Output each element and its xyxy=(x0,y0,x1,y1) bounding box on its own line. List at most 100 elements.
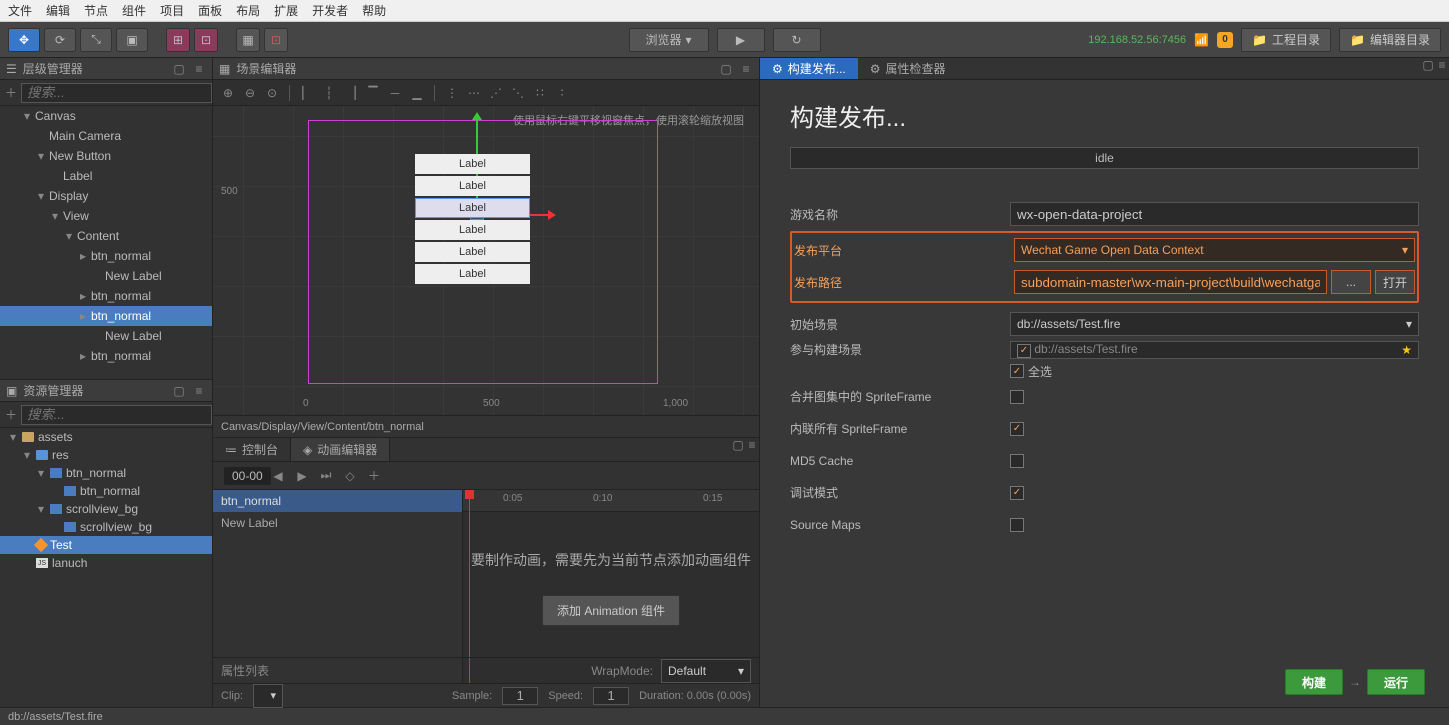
panel-menu-icon[interactable]: ≡ xyxy=(192,384,206,398)
distribute-h-icon[interactable]: ⋮ xyxy=(443,84,461,102)
game-name-input[interactable] xyxy=(1010,202,1419,226)
zoom-in-icon[interactable]: ⊕ xyxy=(219,84,237,102)
timeline-track[interactable]: btn_normal xyxy=(213,490,462,512)
playhead[interactable] xyxy=(469,490,470,683)
inline-sf-checkbox[interactable]: ✓ xyxy=(1010,422,1024,436)
rotate-tool-button[interactable]: ⟳ xyxy=(44,28,76,52)
panel-popout-icon[interactable]: ▢ xyxy=(172,62,186,76)
play-anim-button[interactable]: ▶ xyxy=(293,467,311,485)
assets-add-button[interactable]: ＋ xyxy=(5,406,17,424)
menu-project[interactable]: 项目 xyxy=(160,2,184,19)
project-dir-button[interactable]: 📁 工程目录 xyxy=(1241,28,1331,52)
asset-item[interactable]: Test xyxy=(0,536,212,554)
asset-item[interactable]: ▾assets xyxy=(0,428,212,446)
panel-menu-icon[interactable]: ≡ xyxy=(192,62,206,76)
align-tool-button[interactable]: ▦ xyxy=(236,28,260,52)
sample-input[interactable] xyxy=(502,687,538,705)
debug-checkbox[interactable]: ✓ xyxy=(1010,486,1024,500)
distribute-v-icon[interactable]: ⋯ xyxy=(465,84,483,102)
add-key-button[interactable]: ＋ xyxy=(365,467,383,485)
tab-inspector[interactable]: ⚙ 属性检查器 xyxy=(858,58,958,79)
grid-tool-button[interactable]: ⊡ xyxy=(264,28,288,52)
tree-item[interactable]: ▸btn_normal xyxy=(0,246,212,266)
tree-item[interactable]: ▾New Button xyxy=(0,146,212,166)
label-node[interactable]: Label xyxy=(415,176,530,196)
preview-mode-dropdown[interactable]: 浏览器 ▾ xyxy=(629,28,709,52)
align-left-icon[interactable]: ▏ xyxy=(298,84,316,102)
align-top-icon[interactable]: ▔ xyxy=(364,84,382,102)
browse-path-button[interactable]: ... xyxy=(1331,270,1371,294)
run-button[interactable]: 运行 xyxy=(1367,669,1425,695)
align-hcenter-icon[interactable]: ┆ xyxy=(320,84,338,102)
merge-atlas-checkbox[interactable] xyxy=(1010,390,1024,404)
build-button[interactable]: 构建 xyxy=(1285,669,1343,695)
tree-item[interactable]: Label xyxy=(0,166,212,186)
label-node[interactable]: Label xyxy=(415,154,530,174)
tree-item[interactable]: New Label xyxy=(0,266,212,286)
asset-item[interactable]: scrollview_bg xyxy=(0,518,212,536)
menu-file[interactable]: 文件 xyxy=(8,2,32,19)
label-node[interactable]: Label xyxy=(415,198,530,218)
distribute-5-icon[interactable]: ∷ xyxy=(531,84,549,102)
align-vcenter-icon[interactable]: ─ xyxy=(386,84,404,102)
play-button[interactable]: ▶ xyxy=(717,28,765,52)
asset-item[interactable]: JSlanuch xyxy=(0,554,212,572)
menu-layout[interactable]: 布局 xyxy=(236,2,260,19)
tree-item[interactable]: ▾Canvas xyxy=(0,106,212,126)
next-frame-button[interactable]: ⏭ xyxy=(317,467,335,485)
menu-edit[interactable]: 编辑 xyxy=(46,2,70,19)
asset-item[interactable]: ▾btn_normal xyxy=(0,464,212,482)
tree-item[interactable]: ▾Display xyxy=(0,186,212,206)
anchor-tool-button[interactable]: ⊞ xyxy=(166,28,190,52)
panel-popout-icon[interactable]: ▢ xyxy=(172,384,186,398)
tree-item[interactable]: Main Camera xyxy=(0,126,212,146)
timeline-track[interactable]: New Label xyxy=(213,512,462,534)
tree-item[interactable]: ▾View xyxy=(0,206,212,226)
timeline-area[interactable]: 0:05 0:10 0:15 要制作动画，需要先为当前节点添加动画组件 添加 A… xyxy=(463,490,759,683)
sourcemaps-checkbox[interactable] xyxy=(1010,518,1024,532)
asset-item[interactable]: ▾res xyxy=(0,446,212,464)
menu-help[interactable]: 帮助 xyxy=(362,2,386,19)
asset-item[interactable]: ▾scrollview_bg xyxy=(0,500,212,518)
menu-extensions[interactable]: 扩展 xyxy=(274,2,298,19)
speed-input[interactable] xyxy=(593,687,629,705)
wrapmode-select[interactable]: Default▾ xyxy=(661,659,751,683)
zoom-out-icon[interactable]: ⊖ xyxy=(241,84,259,102)
tab-console[interactable]: ≔ 控制台 xyxy=(213,438,291,461)
align-right-icon[interactable]: ▕ xyxy=(342,84,360,102)
tree-item[interactable]: ▸btn_normal xyxy=(0,286,212,306)
hierarchy-tree[interactable]: ▾CanvasMain Camera▾New ButtonLabel▾Displ… xyxy=(0,106,212,379)
build-path-input[interactable] xyxy=(1014,270,1327,294)
menubar[interactable]: 文件 编辑 节点 组件 项目 面板 布局 扩展 开发者 帮助 xyxy=(0,0,1449,22)
asset-item[interactable]: btn_normal xyxy=(0,482,212,500)
scene-item[interactable]: ✓ db://assets/Test.fire ★ xyxy=(1010,341,1419,359)
clip-select[interactable]: ▾ xyxy=(253,684,283,708)
tree-item[interactable]: ▸btn_normal xyxy=(0,306,212,326)
distribute-4-icon[interactable]: ⋱ xyxy=(509,84,527,102)
tree-item[interactable]: ▾Content xyxy=(0,226,212,246)
panel-popout-icon[interactable]: ▢ xyxy=(731,438,745,452)
menu-node[interactable]: 节点 xyxy=(84,2,108,19)
distribute-6-icon[interactable]: ∶ xyxy=(553,84,571,102)
prev-frame-button[interactable]: ◀ xyxy=(269,467,287,485)
panel-menu-icon[interactable]: ≡ xyxy=(1435,58,1449,72)
hierarchy-search-input[interactable] xyxy=(21,83,212,103)
tab-animation[interactable]: ◈ 动画编辑器 xyxy=(291,438,390,461)
tab-build[interactable]: ⚙ 构建发布... xyxy=(760,58,858,79)
distribute-3-icon[interactable]: ⋰ xyxy=(487,84,505,102)
rect-tool-button[interactable]: ▣ xyxy=(116,28,148,52)
scale-tool-button[interactable]: ⤡ xyxy=(80,28,112,52)
scene-viewport[interactable]: 使用鼠标右键平移视窗焦点，使用滚轮缩放视图 500 0 500 1,000 La… xyxy=(213,106,759,415)
select-all-checkbox[interactable]: ✓ xyxy=(1010,364,1024,378)
label-node[interactable]: Label xyxy=(415,264,530,284)
local-tool-button[interactable]: ⊡ xyxy=(194,28,218,52)
notification-badge[interactable]: 0 xyxy=(1217,32,1233,48)
label-node[interactable]: Label xyxy=(415,242,530,262)
assets-tree[interactable]: ▾assets▾res▾btn_normalbtn_normal▾scrollv… xyxy=(0,428,212,707)
menu-developer[interactable]: 开发者 xyxy=(312,2,348,19)
menu-component[interactable]: 组件 xyxy=(122,2,146,19)
move-tool-button[interactable]: ✥ xyxy=(8,28,40,52)
tree-item[interactable]: ▸btn_normal xyxy=(0,346,212,366)
add-animation-button[interactable]: 添加 Animation 组件 xyxy=(542,595,680,626)
init-scene-select[interactable]: db://assets/Test.fire ▾ xyxy=(1010,312,1419,336)
